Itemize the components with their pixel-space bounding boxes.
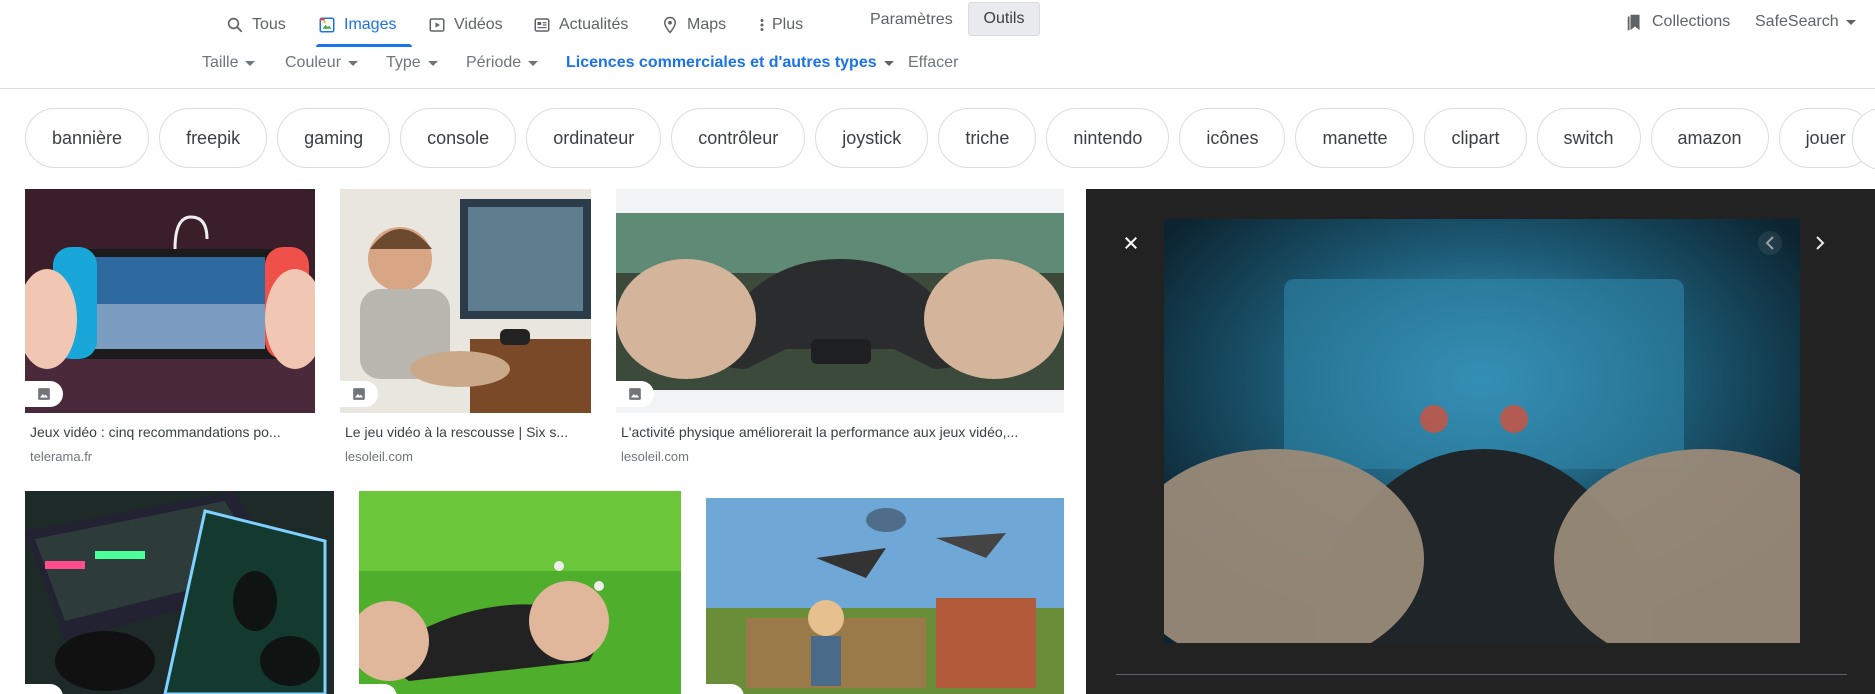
chip-manette[interactable]: manette xyxy=(1295,108,1415,168)
next-image-button[interactable] xyxy=(1808,231,1832,255)
tab-plus[interactable]: Plus xyxy=(758,10,803,40)
effacer-link[interactable]: Effacer xyxy=(908,54,958,72)
chevron-down-icon xyxy=(1845,19,1856,25)
blurred-controller-photo xyxy=(1164,219,1800,643)
effacer-label: Effacer xyxy=(908,54,959,71)
chip-amazon[interactable]: amazon xyxy=(1650,108,1769,168)
result-caption-1[interactable]: Jeux vidéo : cinq recommandations po... xyxy=(30,424,310,440)
filter-taille[interactable]: Taille xyxy=(202,54,256,72)
tab-maps-label: Maps xyxy=(687,16,727,33)
chip-banniere[interactable]: bannière xyxy=(25,108,150,168)
result-caption-2[interactable]: Le jeu vidéo à la rescousse | Six s... xyxy=(345,424,587,440)
filter-type-label: Type xyxy=(386,54,421,71)
switch-console-photo xyxy=(25,189,315,413)
filter-periode[interactable]: Période xyxy=(466,54,539,72)
result-source-2[interactable]: lesoleil.com xyxy=(345,449,413,464)
tab-maps[interactable]: Maps xyxy=(661,10,726,40)
tab-videos[interactable]: Vidéos xyxy=(428,10,503,40)
chevron-down-icon xyxy=(883,60,894,66)
result-image-4[interactable] xyxy=(25,491,334,694)
tab-tous-label: Tous xyxy=(252,16,286,33)
chip-ordinateur[interactable]: ordinateur xyxy=(526,108,662,168)
image-icon xyxy=(629,388,641,400)
outils-label: Outils xyxy=(983,10,1025,27)
search-icon xyxy=(227,17,243,33)
previous-image-button[interactable] xyxy=(1758,231,1782,255)
filter-licences-label: Licences commerciales et d'autres types xyxy=(566,54,877,71)
chip-gaming[interactable]: gaming xyxy=(277,108,391,168)
filter-taille-label: Taille xyxy=(202,54,239,71)
filter-type[interactable]: Type xyxy=(386,54,438,72)
parametres-label: Paramètres xyxy=(870,11,953,28)
chip-clipart[interactable]: clipart xyxy=(1424,108,1527,168)
chevron-down-icon xyxy=(348,60,359,66)
fortnite-artwork xyxy=(706,498,1064,694)
soccer-game-photo xyxy=(359,491,681,694)
tab-plus-label: Plus xyxy=(772,16,804,33)
result-image-2[interactable] xyxy=(340,189,591,413)
news-icon xyxy=(534,18,550,32)
parametres-link[interactable]: Paramètres xyxy=(870,5,953,35)
close-icon xyxy=(1125,237,1137,249)
tab-actualites-label: Actualités xyxy=(559,16,629,33)
preview-divider xyxy=(1116,674,1847,675)
collections-label: Collections xyxy=(1652,13,1731,30)
top-nav: Tous Images Vidéos Actualités Maps Plus … xyxy=(0,0,1875,89)
chevron-down-icon xyxy=(427,60,438,66)
result-image-3[interactable] xyxy=(616,189,1064,413)
image-badge xyxy=(706,684,744,694)
image-badge xyxy=(616,381,654,407)
result-source-3[interactable]: lesoleil.com xyxy=(621,449,689,464)
result-image-1[interactable] xyxy=(25,189,315,413)
more-vert-icon xyxy=(760,19,764,31)
image-badge xyxy=(25,381,63,407)
chevron-left-icon xyxy=(1765,236,1774,250)
tab-images[interactable]: Images xyxy=(318,10,396,40)
tab-tous[interactable]: Tous xyxy=(226,10,286,40)
filter-periode-label: Période xyxy=(466,54,522,71)
chip-icones[interactable]: icônes xyxy=(1179,108,1286,168)
collections-link[interactable]: Collections xyxy=(1626,7,1730,37)
safesearch-menu[interactable]: SafeSearch xyxy=(1755,7,1856,37)
chevron-down-icon xyxy=(528,60,539,66)
chip-triche[interactable]: triche xyxy=(938,108,1037,168)
chip-switch[interactable]: switch xyxy=(1536,108,1641,168)
filter-couleur-label: Couleur xyxy=(285,54,342,71)
tab-videos-label: Vidéos xyxy=(454,16,503,33)
chevron-right-icon xyxy=(1816,236,1825,250)
result-source-1[interactable]: telerama.fr xyxy=(30,449,92,464)
result-caption-3[interactable]: L'activité physique améliorerait la perf… xyxy=(621,424,1059,440)
chevron-down-icon xyxy=(245,60,256,66)
tab-images-label: Images xyxy=(344,16,397,33)
result-image-6[interactable] xyxy=(706,498,1064,694)
boy-gaming-photo xyxy=(340,189,591,413)
result-image-5[interactable] xyxy=(359,491,681,694)
controller-hands-photo xyxy=(616,189,1064,413)
image-badge xyxy=(340,381,378,407)
image-icon xyxy=(319,17,335,33)
map-pin-icon xyxy=(663,16,677,34)
bookmark-icon xyxy=(1627,14,1640,31)
image-preview-panel xyxy=(1086,189,1875,694)
active-tab-indicator xyxy=(316,44,412,47)
related-searches: bannière freepik gaming console ordinate… xyxy=(25,108,1873,170)
image-badge xyxy=(359,684,397,694)
chip-joystick[interactable]: joystick xyxy=(815,108,929,168)
preview-image[interactable] xyxy=(1164,219,1800,643)
tab-actualites[interactable]: Actualités xyxy=(533,10,628,40)
chip-freepik[interactable]: freepik xyxy=(159,108,268,168)
image-icon xyxy=(353,388,365,400)
filter-licences[interactable]: Licences commerciales et d'autres types xyxy=(566,54,894,72)
chip-nintendo[interactable]: nintendo xyxy=(1046,108,1170,168)
chip-console[interactable]: console xyxy=(400,108,517,168)
image-icon xyxy=(38,388,50,400)
video-icon xyxy=(429,18,445,32)
safesearch-label: SafeSearch xyxy=(1755,13,1839,30)
filter-couleur[interactable]: Couleur xyxy=(285,54,359,72)
close-preview-button[interactable] xyxy=(1119,231,1143,255)
chip-controleur[interactable]: contrôleur xyxy=(671,108,806,168)
image-badge xyxy=(25,684,63,694)
rgb-keyboard-photo xyxy=(25,491,334,694)
outils-button[interactable]: Outils xyxy=(968,2,1040,36)
